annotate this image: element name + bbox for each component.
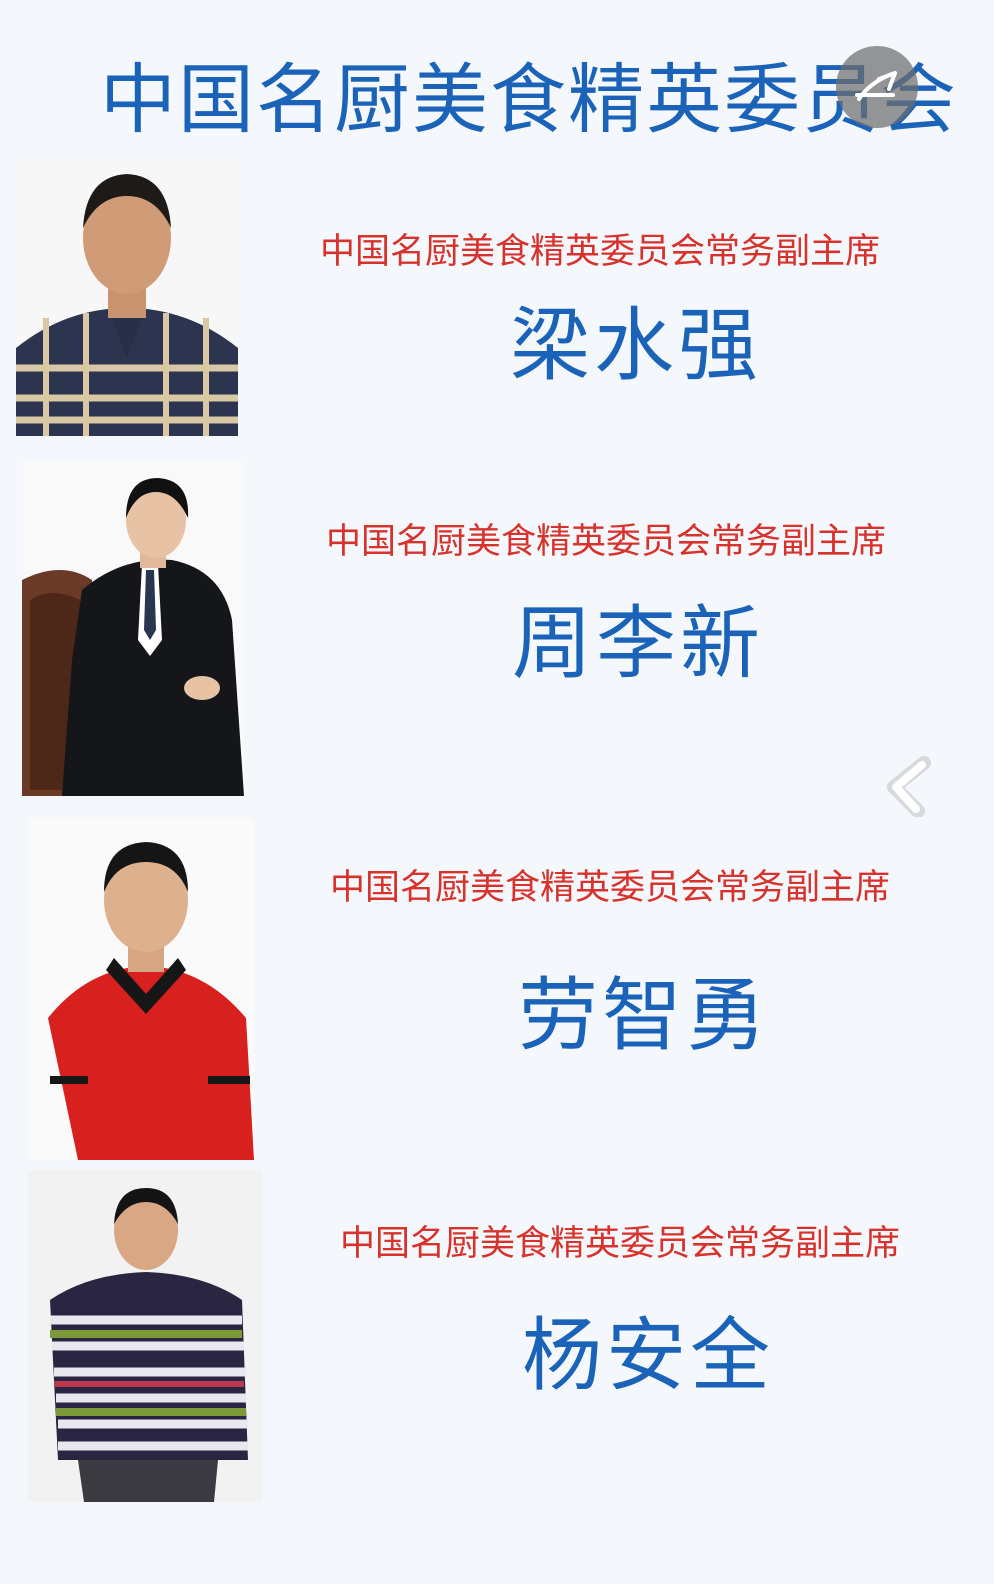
member-card: 中国名厨美食精英委员会常务副主席 杨安全: [0, 1170, 994, 1506]
member-photo: [22, 460, 244, 796]
page-title: 中国名厨美食精英委员会: [100, 55, 958, 144]
member-name: 杨安全: [522, 1309, 774, 1402]
member-role: 中国名厨美食精英委员会常务副主席: [340, 1224, 901, 1264]
member-card: 中国名厨美食精英委员会常务副主席 周李新: [0, 460, 994, 800]
member-role: 中国名厨美食精英委员会常务副主席: [330, 868, 891, 908]
member-name: 梁水强: [510, 299, 762, 392]
member-name: 劳智勇: [518, 969, 770, 1062]
member-name: 周李新: [512, 597, 764, 690]
member-photo: [28, 818, 254, 1160]
member-photo: [16, 158, 238, 436]
member-photo: [28, 1170, 262, 1502]
member-card: 中国名厨美食精英委员会常务副主席 梁水强: [0, 158, 994, 438]
expand-button[interactable]: [836, 46, 918, 128]
member-card: 中国名厨美食精英委员会常务副主席 劳智勇: [0, 818, 994, 1164]
member-role: 中国名厨美食精英委员会常务副主席: [320, 232, 881, 272]
expand-icon: [855, 71, 897, 101]
member-role: 中国名厨美食精英委员会常务副主席: [326, 522, 887, 562]
